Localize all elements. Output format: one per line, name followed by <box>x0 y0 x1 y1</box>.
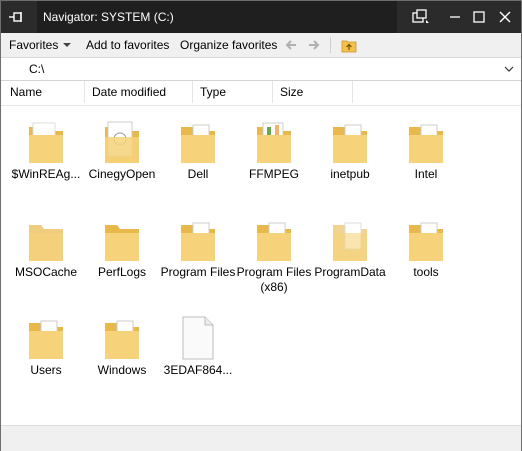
folder-icon <box>255 119 293 165</box>
folder-icon <box>103 217 141 263</box>
add-to-favorites-button[interactable]: Add to favorites <box>86 33 169 57</box>
window-menu-icon[interactable] <box>405 1 437 33</box>
item-label: Intel <box>414 167 438 181</box>
file-icon <box>179 315 217 361</box>
list-item[interactable]: ProgramData <box>309 207 386 303</box>
item-label: CinegyOpen <box>88 167 156 181</box>
navigator-window: Navigator: SYSTEM (C:) Favorites Add to … <box>0 0 522 451</box>
favorites-menu[interactable]: Favorites <box>9 33 58 57</box>
item-label: Windows <box>97 363 147 377</box>
favorites-dropdown-icon[interactable] <box>61 33 73 57</box>
folder-icon <box>331 119 369 165</box>
folder-icon <box>103 315 141 361</box>
forward-arrow-icon[interactable] <box>306 33 322 57</box>
item-label: 3EDAF864... <box>163 363 233 377</box>
list-item[interactable]: $WinREAg... <box>5 109 81 205</box>
item-label: Program Files <box>160 265 236 279</box>
item-label: $WinREAg... <box>11 167 81 181</box>
folder-icon <box>407 217 445 263</box>
item-label: Dell <box>187 167 209 181</box>
pin-icon[interactable] <box>1 1 33 33</box>
up-folder-icon[interactable] <box>341 33 357 57</box>
list-item[interactable]: Windows <box>81 305 157 401</box>
folder-icon <box>179 217 217 263</box>
column-header-date-modified[interactable]: Date modified <box>85 81 193 103</box>
folder-icon <box>179 119 217 165</box>
column-header-name[interactable]: Name <box>3 81 85 103</box>
list-item[interactable]: Program Files (x86) <box>233 207 311 303</box>
list-item[interactable]: 3EDAF864... <box>157 305 233 401</box>
item-label: inetpub <box>330 167 370 181</box>
list-item[interactable]: Program Files <box>157 207 235 303</box>
folder-icon <box>331 217 369 263</box>
file-list: $WinREAg... CinegyOpen Dell FFMPEG inetp… <box>1 105 521 425</box>
column-header-type[interactable]: Type <box>193 81 273 103</box>
folder-icon <box>27 315 65 361</box>
list-item[interactable]: FFMPEG <box>233 109 309 205</box>
item-label: ProgramData <box>314 265 386 279</box>
list-item[interactable]: Intel <box>385 109 461 205</box>
list-item[interactable]: Dell <box>157 109 233 205</box>
item-label: PerfLogs <box>97 265 147 279</box>
address-chevron-icon[interactable] <box>501 61 517 77</box>
list-item[interactable]: MSOCache <box>5 207 81 303</box>
item-label: tools <box>413 265 439 279</box>
item-label: Program Files (x86) <box>236 265 312 294</box>
item-label: FFMPEG <box>249 167 299 181</box>
folder-icon <box>255 217 293 263</box>
list-item[interactable]: tools <box>385 207 461 303</box>
folder-icon <box>27 119 65 165</box>
list-item[interactable]: inetpub <box>309 109 385 205</box>
address-path[interactable]: C:\ <box>29 58 44 80</box>
list-item[interactable]: PerfLogs <box>81 207 157 303</box>
folder-icon <box>27 217 65 263</box>
list-item[interactable]: Users <box>5 305 81 401</box>
close-icon[interactable] <box>489 1 521 33</box>
column-header-size[interactable]: Size <box>273 81 353 103</box>
address-bar[interactable]: C:\ <box>1 58 521 81</box>
window-title: Navigator: SYSTEM (C:) <box>37 1 397 33</box>
title-bar[interactable]: Navigator: SYSTEM (C:) <box>1 1 521 33</box>
organize-favorites-button[interactable]: Organize favorites <box>180 33 277 57</box>
back-arrow-icon[interactable] <box>283 33 299 57</box>
folder-icon <box>103 119 141 165</box>
favorites-toolbar: Favorites Add to favorites Organize favo… <box>1 33 521 58</box>
folder-icon <box>407 119 445 165</box>
column-headers: Name Date modified Type Size <box>1 81 521 106</box>
favorites-label: Favorites <box>9 38 59 52</box>
item-label: Users <box>30 363 62 377</box>
list-item[interactable]: CinegyOpen <box>81 109 157 205</box>
item-label: MSOCache <box>14 265 78 279</box>
toolbar-divider <box>330 37 331 53</box>
status-bar <box>1 425 521 451</box>
